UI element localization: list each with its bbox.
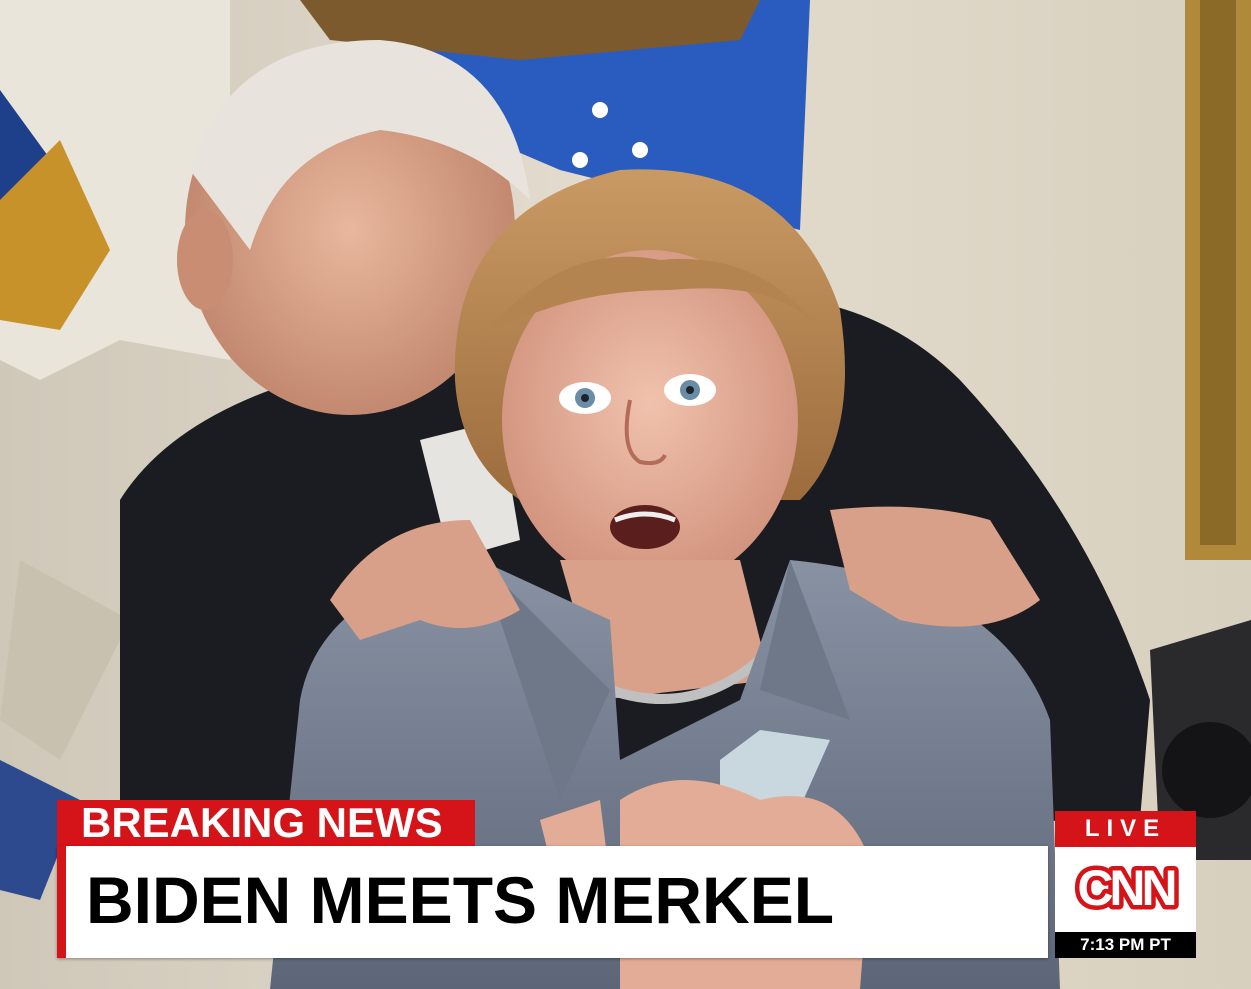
headline-text: BIDEN MEETS MERKEL (86, 863, 835, 937)
live-badge: LIVE (1055, 811, 1196, 847)
breaking-news-tag: BREAKING NEWS (57, 800, 475, 846)
news-broadcast-frame: BREAKING NEWS BIDEN MEETS MERKEL LIVE CN… (0, 0, 1251, 989)
cnn-logo-icon: CNN CNN (1073, 856, 1183, 921)
cnn-logo: CNN CNN (1055, 847, 1196, 932)
svg-text:CNN: CNN (1077, 860, 1174, 916)
timestamp: 7:13 PM PT (1055, 932, 1196, 958)
headline-bar: BIDEN MEETS MERKEL (57, 846, 1048, 958)
